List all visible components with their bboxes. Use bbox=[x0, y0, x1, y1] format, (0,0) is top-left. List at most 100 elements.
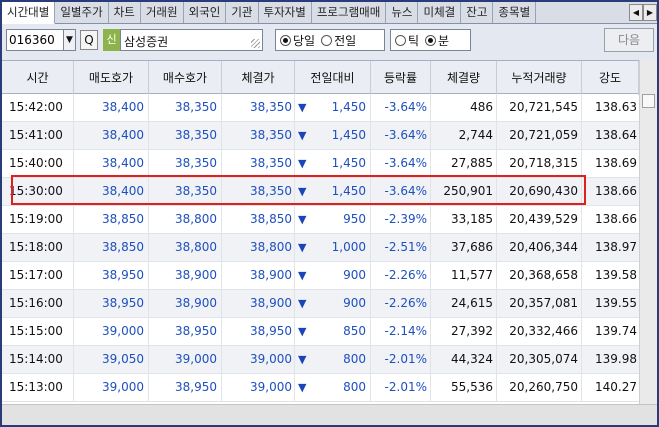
cell-volume: 33,185 bbox=[431, 206, 497, 233]
cell-change: 950 ▼ bbox=[295, 206, 371, 233]
table-row[interactable]: 15:13:0039,00038,95039,000▼800▼-2.01%55,… bbox=[2, 374, 639, 402]
cell-strength: 138.64 bbox=[595, 128, 637, 142]
column-header[interactable]: 강도 bbox=[582, 61, 639, 95]
cell-price: 39,000▼ bbox=[222, 374, 295, 401]
tab-9[interactable]: 미체결 bbox=[418, 2, 462, 23]
table-row[interactable]: 15:14:0039,05039,00039,000▼800▼-2.01%44,… bbox=[2, 346, 639, 374]
table-row[interactable]: 15:40:0038,40038,35038,350▼1,450▼-3.64%2… bbox=[2, 150, 639, 178]
cell-price: 38,350▼ bbox=[222, 178, 295, 205]
radio-label: 당일 bbox=[293, 33, 316, 48]
price-value: 39,000 bbox=[250, 352, 292, 366]
cell-strength: 139.98 bbox=[595, 352, 637, 366]
tab-prev-arrow-icon[interactable]: ◀ bbox=[629, 4, 643, 21]
cell-ask: 38,950 bbox=[74, 262, 149, 289]
cell-rate: -3.64% bbox=[371, 150, 431, 177]
day-radio-group: 당일 전일 bbox=[275, 29, 385, 51]
cell-rate: -2.01% bbox=[371, 374, 431, 401]
radio-label: 틱 bbox=[408, 33, 420, 48]
stock-code-input[interactable] bbox=[7, 30, 63, 50]
scroll-thumb[interactable] bbox=[642, 94, 655, 108]
cell-ask: 38,400 bbox=[74, 122, 149, 149]
table-row[interactable]: 15:18:0038,85038,80038,800▼1,000▼-2.51%3… bbox=[2, 234, 639, 262]
cell-price: 38,900▼ bbox=[222, 290, 295, 317]
cell-strength: 138.66 bbox=[595, 212, 637, 226]
cell-bid: 38,900 bbox=[149, 262, 222, 289]
cell-ask: 38,400 bbox=[74, 178, 149, 205]
radio-dot-icon bbox=[280, 34, 291, 46]
cell-volume: 486 bbox=[431, 94, 497, 121]
cell-price: 38,900▼ bbox=[222, 262, 295, 289]
column-header[interactable]: 매도호가 bbox=[74, 61, 149, 95]
change-value: 850 bbox=[343, 324, 366, 338]
change-value: 800 bbox=[343, 380, 366, 394]
vertical-scrollbar[interactable] bbox=[639, 60, 657, 404]
search-icon[interactable]: Q bbox=[80, 30, 98, 50]
table-row[interactable]: 15:41:0038,40038,35038,350▼1,450▼-3.64%2… bbox=[2, 122, 639, 150]
column-header[interactable]: 누적거래량 bbox=[497, 61, 582, 95]
cell-change: 1,450 ▼ bbox=[295, 94, 371, 121]
table-row[interactable]: 15:15:0039,00038,95038,950▼850▼-2.14%27,… bbox=[2, 318, 639, 346]
price-value: 38,350 bbox=[250, 100, 292, 114]
tab-1[interactable]: 일별주가 bbox=[55, 2, 109, 23]
tab-6[interactable]: 투자자별 bbox=[259, 2, 312, 23]
cell-volume: 55,536 bbox=[431, 374, 497, 401]
table-row[interactable]: 15:42:0038,40038,35038,350▼1,450▼-3.64%4… bbox=[2, 94, 639, 122]
table-row[interactable]: 15:17:0038,95038,90038,900▼900▼-2.26%11,… bbox=[2, 262, 639, 290]
chevron-down-icon[interactable]: ▼ bbox=[63, 30, 75, 50]
column-header[interactable]: 체결량 bbox=[431, 61, 497, 95]
cell-bid: 38,950 bbox=[149, 374, 222, 401]
cell-acc-volume: 20,690,430 bbox=[497, 178, 582, 205]
cell-time: 15:19:00 bbox=[2, 206, 74, 233]
cell-ask: 39,000 bbox=[74, 374, 149, 401]
price-value: 38,350 bbox=[250, 128, 292, 142]
column-header[interactable]: 시간 bbox=[2, 61, 74, 95]
tab-2[interactable]: 차트 bbox=[109, 2, 141, 23]
horizontal-scrollbar[interactable] bbox=[2, 404, 657, 425]
down-arrow-icon: ▼ bbox=[298, 157, 307, 170]
cell-strength: 138.66 bbox=[595, 184, 637, 198]
cell-bid: 38,800 bbox=[149, 206, 222, 233]
column-header[interactable]: 매수호가 bbox=[149, 61, 222, 95]
tab-0[interactable]: 시간대별 bbox=[2, 2, 56, 24]
cell-time: 15:15:00 bbox=[2, 318, 74, 345]
cell-time: 15:40:00 bbox=[2, 150, 74, 177]
column-header[interactable]: 전일대비 bbox=[295, 61, 371, 95]
unit-radio-1[interactable]: 분 bbox=[425, 32, 449, 49]
table-row[interactable]: 15:30:0038,40038,35038,350▼1,450▼-3.64%2… bbox=[2, 178, 639, 206]
table-row[interactable]: 15:16:0038,95038,90038,900▼900▼-2.26%24,… bbox=[2, 290, 639, 318]
cell-bid: 39,000 bbox=[149, 346, 222, 373]
next-button[interactable]: 다음 bbox=[604, 28, 654, 52]
tab-10[interactable]: 잔고 bbox=[461, 2, 494, 23]
table-header: 시간 매도호가 매수호가 체결가 전일대비 등락률 체결량 누적거래량 강도 bbox=[2, 60, 639, 95]
price-value: 38,900 bbox=[250, 296, 292, 310]
cell-rate: -3.64% bbox=[371, 94, 431, 121]
tab-3[interactable]: 거래원 bbox=[141, 2, 184, 23]
cell-change: 800 ▼ bbox=[295, 346, 371, 373]
cell-rate: -2.26% bbox=[371, 262, 431, 289]
change-value: 950 bbox=[343, 212, 366, 226]
tab-11[interactable]: 종목별 bbox=[493, 2, 537, 23]
tab-7[interactable]: 프로그램매매 bbox=[312, 2, 387, 23]
cell-rate: -2.26% bbox=[371, 290, 431, 317]
tab-8[interactable]: 뉴스 bbox=[386, 2, 419, 23]
cell-change: 900 ▼ bbox=[295, 290, 371, 317]
tab-5[interactable]: 기관 bbox=[226, 2, 259, 23]
cell-rate: -2.14% bbox=[371, 318, 431, 345]
unit-radio-0[interactable]: 틱 bbox=[395, 32, 419, 49]
radio-dot-icon bbox=[321, 34, 333, 46]
trade-table: 시간 매도호가 매수호가 체결가 전일대비 등락률 체결량 누적거래량 강도 15:42:00 3… bbox=[2, 60, 639, 404]
radio-dot-icon bbox=[395, 34, 406, 46]
table-row[interactable]: 15:19:0038,85038,80038,850▼950▼-2.39%33,… bbox=[2, 206, 639, 234]
cell-bid: 38,350 bbox=[149, 94, 222, 121]
day-radio-1[interactable]: 전일 bbox=[321, 32, 356, 49]
tab-4[interactable]: 외국인 bbox=[184, 2, 227, 23]
column-header[interactable]: 체결가 bbox=[222, 61, 295, 95]
column-header[interactable]: 등락률 bbox=[371, 61, 431, 95]
cell-time: 15:42:00 bbox=[2, 94, 74, 121]
cell-price: 38,950▼ bbox=[222, 318, 295, 345]
toolbar: ▼ Q 신 삼성증권 당일전일 틱분 다음 bbox=[2, 24, 657, 60]
tab-next-arrow-icon[interactable]: ▶ bbox=[643, 4, 657, 21]
cell-strength: 140.27 bbox=[595, 380, 637, 394]
day-radio-0[interactable]: 당일 bbox=[280, 32, 315, 49]
cell-ask: 38,400 bbox=[74, 94, 149, 121]
